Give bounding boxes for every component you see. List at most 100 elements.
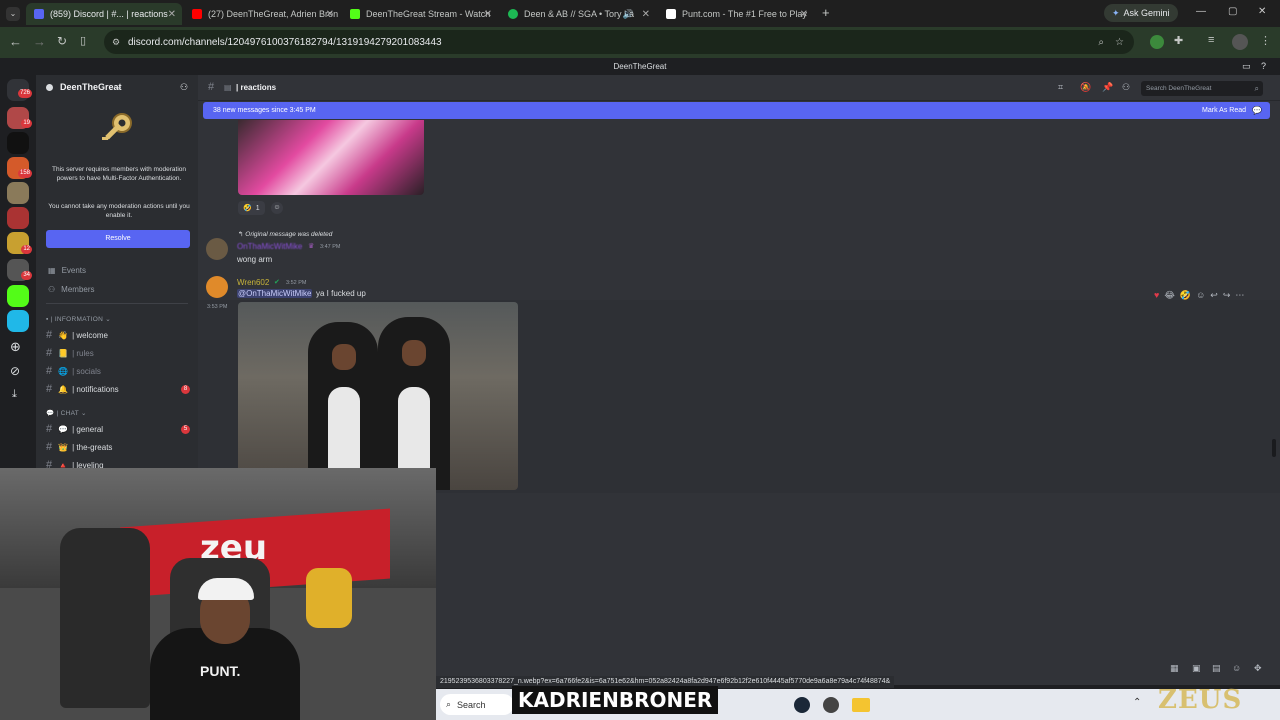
tab-discord[interactable]: (859) Discord | #... | reactions ✕	[26, 3, 182, 25]
site-info-icon[interactable]: ⚙	[112, 37, 120, 48]
search-icon: ⌕	[1254, 84, 1259, 93]
server-header[interactable]: DeenTheGreat ⌄ ⚇	[36, 75, 198, 99]
unread-badge: 12	[21, 245, 32, 254]
user-mention[interactable]: @OnThaMicWitMike	[237, 289, 313, 298]
sticker-icon[interactable]: ▤	[1212, 663, 1221, 674]
server-icon[interactable]	[7, 285, 29, 307]
heart-emoji-icon[interactable]: ♥	[1154, 290, 1159, 300]
add-member-icon[interactable]: ⚇	[180, 82, 188, 93]
close-tab-icon[interactable]: ✕	[800, 9, 808, 20]
new-tab-button[interactable]: +	[822, 5, 830, 20]
extensions-puzzle-icon[interactable]: ✚	[1174, 34, 1183, 47]
avatar[interactable]	[206, 276, 228, 298]
forward-icon[interactable]: ↪	[1223, 290, 1231, 301]
discover-icon[interactable]: ⊘	[10, 364, 20, 378]
channel-rules[interactable]: # 📒 | rules	[46, 345, 194, 361]
threads-icon[interactable]: ⌗	[1058, 82, 1063, 93]
close-tab-icon[interactable]: ✕	[168, 9, 176, 20]
chevron-up-icon[interactable]: ⌃	[1133, 697, 1141, 708]
members-item[interactable]: ⚇ Members	[48, 285, 95, 294]
back-icon[interactable]: ←	[9, 34, 22, 49]
laughing-emoji-icon[interactable]: 😂	[1164, 290, 1175, 301]
reload-icon[interactable]: ↻	[57, 34, 67, 48]
help-icon[interactable]: ?	[1261, 58, 1266, 75]
mark-as-read-button[interactable]: Mark As Read	[1202, 107, 1246, 114]
speaker-icon[interactable]: 🔊	[623, 9, 634, 20]
attachment-image[interactable]	[238, 120, 424, 195]
deleted-notice: Original message was deleted	[245, 231, 333, 238]
profile-avatar[interactable]	[1232, 34, 1248, 50]
browser-menu-icon[interactable]: ⋮	[1260, 34, 1271, 47]
channel-notifications[interactable]: # 🔔 | notifications 8	[46, 381, 194, 397]
inbox-icon[interactable]: ▭	[1242, 58, 1251, 75]
gif-icon[interactable]: ▣	[1192, 663, 1201, 674]
close-tab-icon[interactable]: ✕	[642, 9, 650, 20]
channel-the-greats[interactable]: # 👑 | the-greats	[46, 439, 194, 455]
member-list-icon[interactable]: ⚇	[1122, 82, 1130, 93]
taskbar-app-icon[interactable]	[794, 697, 810, 713]
apps-grid-icon[interactable]: ✥	[1254, 663, 1262, 674]
channel-sidebar: DeenTheGreat ⌄ ⚇ This server requires me…	[36, 75, 198, 470]
media-controls-icon[interactable]: ≡	[1208, 34, 1214, 46]
hash-icon: #	[46, 347, 53, 359]
minimize-icon[interactable]: —	[1196, 6, 1206, 17]
events-item[interactable]: ▦ Events	[48, 266, 86, 275]
server-icon[interactable]	[7, 182, 29, 204]
search-input[interactable]: Search DeenTheGreat ⌕	[1141, 81, 1263, 96]
close-tab-icon[interactable]: ✕	[326, 9, 334, 20]
avatar[interactable]	[206, 238, 228, 260]
app-icon[interactable]: ▦	[1170, 663, 1179, 674]
speech-icon: 💬	[58, 424, 69, 434]
emoji-icon[interactable]: ☺	[1232, 663, 1241, 673]
extension-icon[interactable]	[1150, 35, 1164, 49]
new-messages-bar[interactable]: 38 new messages since 3:45 PM Mark As Re…	[203, 102, 1270, 119]
attachment-image[interactable]	[238, 302, 518, 490]
close-tab-icon[interactable]: ✕	[484, 9, 492, 20]
reply-reference[interactable]: ↰ Original message was deleted	[238, 230, 332, 238]
mfa-notice: This server requires members with modera…	[51, 166, 187, 182]
address-field[interactable]: ⚙ discord.com/channels/12049761003761827…	[104, 30, 1134, 54]
tab-search-icon[interactable]: ⌄	[6, 7, 20, 21]
channel-welcome[interactable]: # 👋 | welcome	[46, 327, 194, 343]
server-icon[interactable]	[7, 310, 29, 332]
channel-general[interactable]: # 💬 | general 5	[46, 421, 194, 437]
maximize-icon[interactable]: ▢	[1228, 6, 1237, 17]
close-window-icon[interactable]: ✕	[1258, 6, 1266, 17]
tab-punt[interactable]: Punt.com - The #1 Free to Play ✕	[658, 3, 814, 25]
rofl-emoji-icon[interactable]: 🤣	[1180, 290, 1191, 301]
members-label: Members	[61, 285, 95, 294]
notification-settings-icon[interactable]: 🔕	[1080, 82, 1091, 93]
tab-kick[interactable]: DeenTheGreat Stream - Watch ✕	[342, 3, 498, 25]
add-reaction-icon[interactable]: ☺	[1196, 290, 1205, 300]
add-server-icon[interactable]: ⊕	[10, 339, 21, 355]
stream-name: KADRIENBRONER	[518, 688, 713, 712]
server-icon[interactable]	[7, 132, 29, 154]
channel-socials[interactable]: # 🌐 | socials	[46, 363, 194, 379]
taskbar-app-icon[interactable]	[823, 697, 839, 713]
message-author[interactable]: OnThaMicWitMike	[237, 242, 302, 251]
tab-spotify[interactable]: Deen & AB // SGA • Tory La 🔊 ✕	[500, 3, 656, 25]
forward-icon[interactable]: →	[33, 34, 46, 49]
taskbar-folder-icon[interactable]	[852, 698, 870, 712]
unread-badge: 8	[181, 384, 190, 394]
reply-icon[interactable]: ↩	[1210, 290, 1218, 301]
taskbar-search[interactable]: ⌕ Search	[440, 694, 514, 715]
tab-youtube[interactable]: (27) DeenTheGreat, Adrien Bron ✕	[184, 3, 340, 25]
ask-gemini-button[interactable]: ✦ Ask Gemini	[1104, 4, 1178, 22]
more-icon[interactable]: ⋯	[1235, 290, 1244, 301]
reaction-chip[interactable]: 🤣 1	[238, 201, 265, 215]
zoom-icon[interactable]: ⌕	[1098, 37, 1104, 48]
chat-scrollbar[interactable]	[1272, 439, 1276, 457]
resolve-button[interactable]: Resolve	[46, 230, 190, 248]
add-reaction-icon[interactable]: ☺	[271, 202, 283, 214]
laughing-emoji-icon: 🤣	[243, 205, 252, 212]
pin-icon[interactable]: 📌	[1102, 82, 1113, 93]
sidepanel-icon[interactable]: ▯	[80, 34, 86, 47]
category-information[interactable]: ▪ | INFORMATION ⌄	[46, 315, 111, 323]
message-author[interactable]: Wren602	[237, 278, 269, 287]
bookmark-star-icon[interactable]: ☆	[1115, 37, 1124, 48]
server-icon[interactable]	[7, 207, 29, 229]
download-icon[interactable]: ⤓	[12, 388, 17, 401]
webcam-overlay: zeu PUNT.	[0, 468, 436, 720]
category-chat[interactable]: 💬 | CHAT ⌄	[46, 409, 87, 417]
